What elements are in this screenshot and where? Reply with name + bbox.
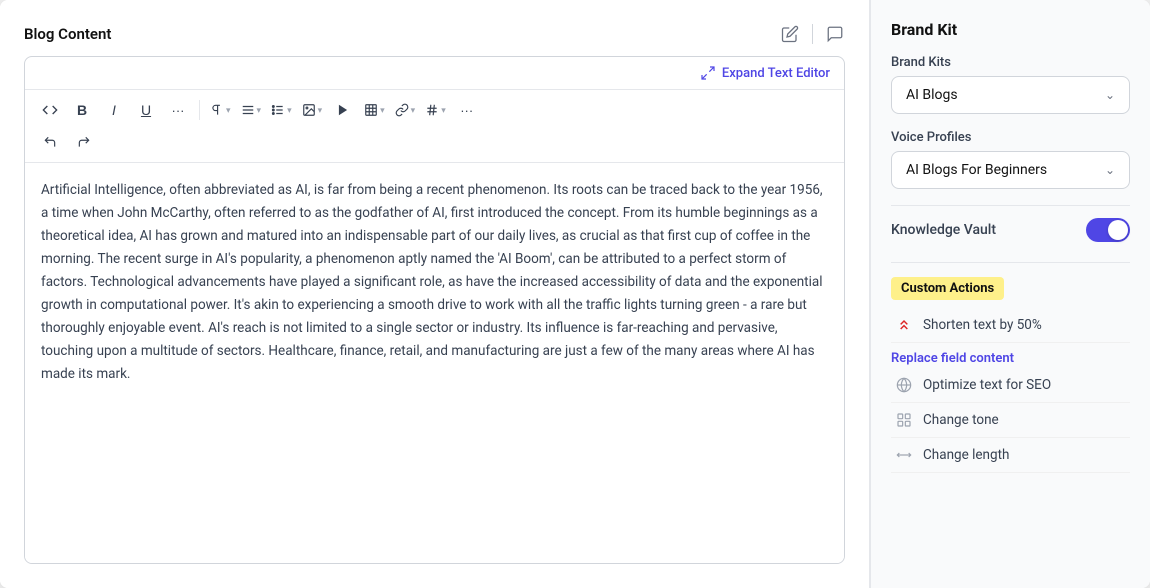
seo-icon [895,376,913,394]
blog-content-area[interactable]: Artificial Intelligence, often abbreviat… [25,163,844,563]
brand-kits-label: Brand Kits [891,55,1130,70]
table-btn[interactable]: ▾ [360,96,389,124]
change-tone-label: Change tone [923,412,999,428]
brand-kits-section: Brand Kits AI Blogs ⌄ [891,55,1130,114]
blog-text: Artificial Intelligence, often abbreviat… [41,179,828,385]
link-btn[interactable]: ▾ [391,96,420,124]
tone-icon [895,411,913,429]
editor-box: Expand Text Editor B I [24,56,845,564]
custom-actions-tag: Custom Actions [891,277,1004,300]
header-icons [780,24,845,44]
expand-text-editor-link[interactable]: Expand Text Editor [700,65,830,81]
edit-icon[interactable] [780,24,800,44]
change-length-label: Change length [923,447,1009,463]
more1-btn[interactable]: ··· [163,96,193,124]
code-btn[interactable] [35,96,65,124]
voice-profiles-section: Voice Profiles AI Blogs For Beginners ⌄ [891,130,1130,189]
comment-icon[interactable] [825,24,845,44]
underline-btn[interactable]: U [131,96,161,124]
knowledge-vault-toggle[interactable] [1086,218,1130,242]
length-icon [895,446,913,464]
replace-field-label: Replace field content [891,351,1130,366]
media-btn[interactable] [328,96,358,124]
toolbar-row-1: B I U ··· ▾ [35,96,834,124]
voice-profiles-value: AI Blogs For Beginners [906,162,1047,178]
optimize-seo-label: Optimize text for SEO [923,377,1051,393]
shorten-text-action[interactable]: Shorten text by 50% [891,308,1130,343]
right-panel: Brand Kit Brand Kits AI Blogs ⌄ Voice Pr… [870,0,1150,588]
expand-bar: Expand Text Editor [25,57,844,90]
bold-btn[interactable]: B [67,96,97,124]
brand-kits-dropdown[interactable]: AI Blogs ⌄ [891,76,1130,114]
header-divider [812,24,813,44]
hashtag-btn[interactable]: ▾ [421,96,450,124]
voice-profiles-label: Voice Profiles [891,130,1130,145]
knowledge-vault-label: Knowledge Vault [891,222,996,238]
italic-btn[interactable]: I [99,96,129,124]
brand-kits-arrow-icon: ⌄ [1105,88,1115,102]
voice-profiles-dropdown[interactable]: AI Blogs For Beginners ⌄ [891,151,1130,189]
left-panel: Blog Content [0,0,870,588]
toolbar: B I U ··· ▾ [25,90,844,163]
shorten-text-label: Shorten text by 50% [923,317,1042,333]
change-length-action[interactable]: Change length [891,438,1130,473]
redo-btn[interactable] [69,128,99,156]
expand-label: Expand Text Editor [722,66,830,81]
change-tone-action[interactable]: Change tone [891,403,1130,438]
brand-kits-value: AI Blogs [906,87,958,103]
list-btn[interactable]: ▾ [267,96,296,124]
sep1 [199,100,200,120]
undo-redo-row [35,128,834,156]
custom-actions-section: Custom Actions Shorten text by 50% Repla… [891,262,1130,473]
undo-btn[interactable] [35,128,65,156]
knowledge-vault-row: Knowledge Vault [891,205,1130,246]
toggle-knob [1108,220,1128,240]
image-btn[interactable]: ▾ [298,96,327,124]
paragraph-btn[interactable]: ▾ [206,96,235,124]
blog-title: Blog Content [24,25,111,43]
blog-header: Blog Content [24,24,845,44]
more2-btn[interactable]: ··· [452,96,482,124]
brand-kit-title: Brand Kit [891,20,1130,39]
shorten-icon [895,316,913,334]
align-btn[interactable]: ▾ [237,96,266,124]
optimize-seo-action[interactable]: Optimize text for SEO [891,368,1130,403]
voice-profiles-arrow-icon: ⌄ [1105,163,1115,177]
